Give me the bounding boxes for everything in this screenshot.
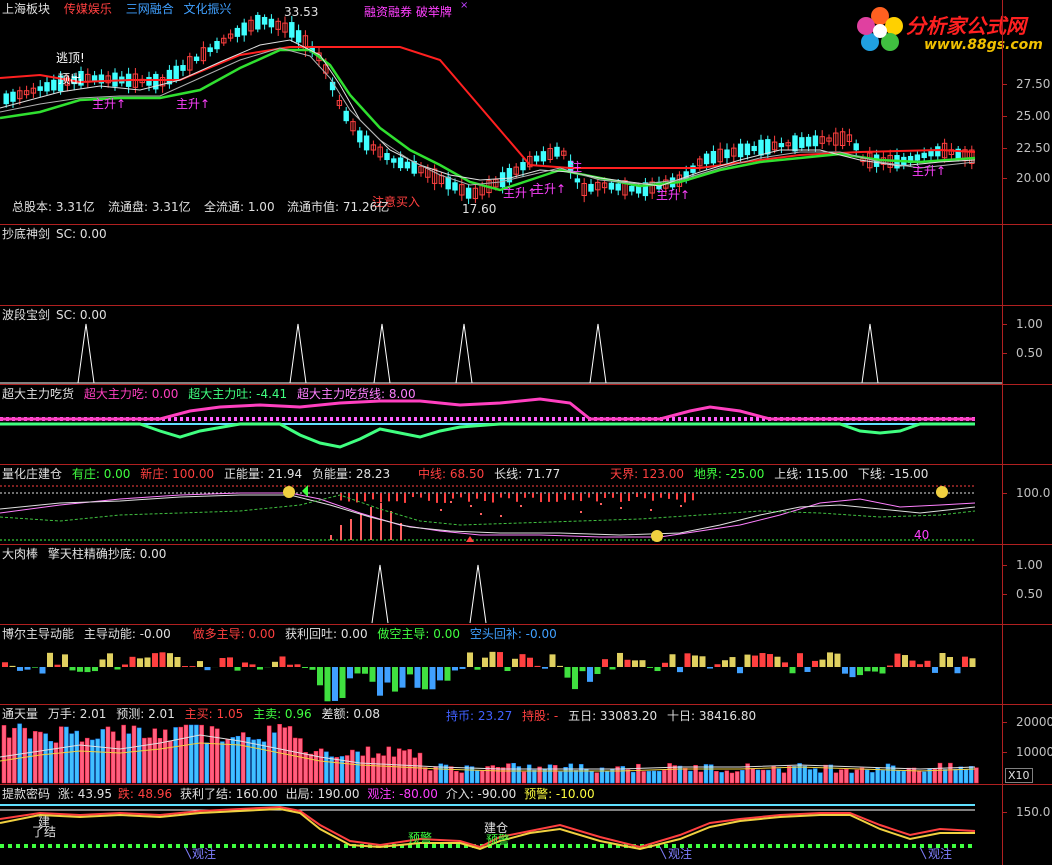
float-market-value: 流通市值: 71.26亿 [287,200,390,214]
white-ma-line-1 [0,39,976,187]
panel-axis-line [1002,625,1003,704]
bolr-momentum-panel[interactable]: 博尔主导动能 主导动能: -0.00 做多主导: 0.00 获利回吐: 0.00… [0,625,1052,704]
annotation-rise-6: 主升↑ [912,164,947,178]
volume-panel[interactable]: 通天量 万手: 2.01 预测: 2.01 主买: 1.05 主卖: 0.96 … [0,705,1052,784]
price-axis-line [1002,0,1003,224]
wave-tick-0: 1.00 [1016,317,1043,331]
wave-sword-panel[interactable]: 波段宝剑 SC: 0.00 1.00 0.50 [0,306,1052,384]
price-tick-1: 25.00 [1016,109,1051,123]
panel-axis-line [1002,705,1003,784]
withdraw-tick-0: 150.0 [1016,805,1051,819]
panel-axis-line [1002,545,1003,624]
withdraw-code-panel[interactable]: 提款密码 涨: 43.95 跌: 48.96 获利了结: 160.00 出局: … [0,785,1052,865]
green-ma-line [0,48,976,192]
price-panel[interactable]: 上海板块 传媒娱乐 三网融合 文化振兴 融资融券 破举牌 × 33.53 17.… [0,0,1052,224]
bottom-sword-panel[interactable]: 抄底神剑 SC: 0.00 [0,225,1052,305]
volume-scale-x10: X10 [1005,768,1033,783]
quant-label-40: 40 [914,528,930,542]
volume-tick-1: 10000 [1016,745,1052,759]
wave-tick-1: 0.50 [1016,346,1043,360]
stick-tick-1: 0.50 [1016,587,1043,601]
price-tick-2: 22.50 [1016,141,1051,155]
panel-axis-line [1002,465,1003,544]
bolr-chart [2,651,976,702]
withdraw-mark-warn-1: 预警 [486,833,511,847]
quant-build-panel[interactable]: 量化庄建仓 有庄: 0.00 新庄: 100.00 正能量: 21.94 负能量… [0,465,1052,544]
panel-axis-line [1002,385,1003,464]
price-tick-0: 27.50 [1016,77,1051,91]
volume-chart [0,723,979,784]
annotation-rise-1: 主升↑ [92,97,127,111]
annotation-top: 顶出 [58,72,83,86]
price-tick-3: 20.00 [1016,171,1051,185]
annotation-rise-4: 主升↑ [532,182,567,196]
wave-sword-chart [0,323,1002,384]
quant-tick-0: 100.0 [1016,486,1051,500]
total-shares: 总股本: 3.31亿 [12,200,95,214]
withdraw-mark-warn-0: 预警 [408,831,433,845]
annotation-escape: 逃顶! [56,51,85,65]
big-stick-chart [371,564,487,624]
annotation-note: 注 [570,160,583,174]
full-float: 全流通: 1.00 [204,200,275,214]
float-shares: 流通盘: 3.31亿 [108,200,191,214]
withdraw-mark-watch-0: 观注 [192,847,217,861]
red-ma-line [0,46,976,169]
main-force-panel[interactable]: 超大主力吃货 超大主力吃: 0.00 超大主力吐: -4.41 超大主力吃货线:… [0,385,1052,464]
bottom-sword-title: 抄底神剑 [2,227,51,241]
bottom-sword-sc: SC: 0.00 [56,227,107,241]
quant-build-chart [0,485,976,542]
withdraw-mark-watch-1: 观注 [668,847,693,861]
panel-axis-line [1002,225,1003,305]
bottom-sword-header: 抄底神剑 SC: 0.00 [2,227,113,241]
withdraw-mark-profit-1: 了结 [32,825,57,839]
panel-axis-line [1002,306,1003,384]
volume-tick-0: 20000 [1016,715,1052,729]
annotation-rise-2: 主升↑ [176,97,211,111]
stick-tick-0: 1.00 [1016,558,1043,572]
annotation-rise-5: 主升↑ [656,188,691,202]
main-force-chart [0,397,975,449]
withdraw-mark-watch-2: 观注 [928,847,953,861]
panel-axis-line [1002,785,1003,865]
big-stick-panel[interactable]: 大肉棒 擎天柱精确抄底: 0.00 1.00 0.50 [0,545,1052,624]
